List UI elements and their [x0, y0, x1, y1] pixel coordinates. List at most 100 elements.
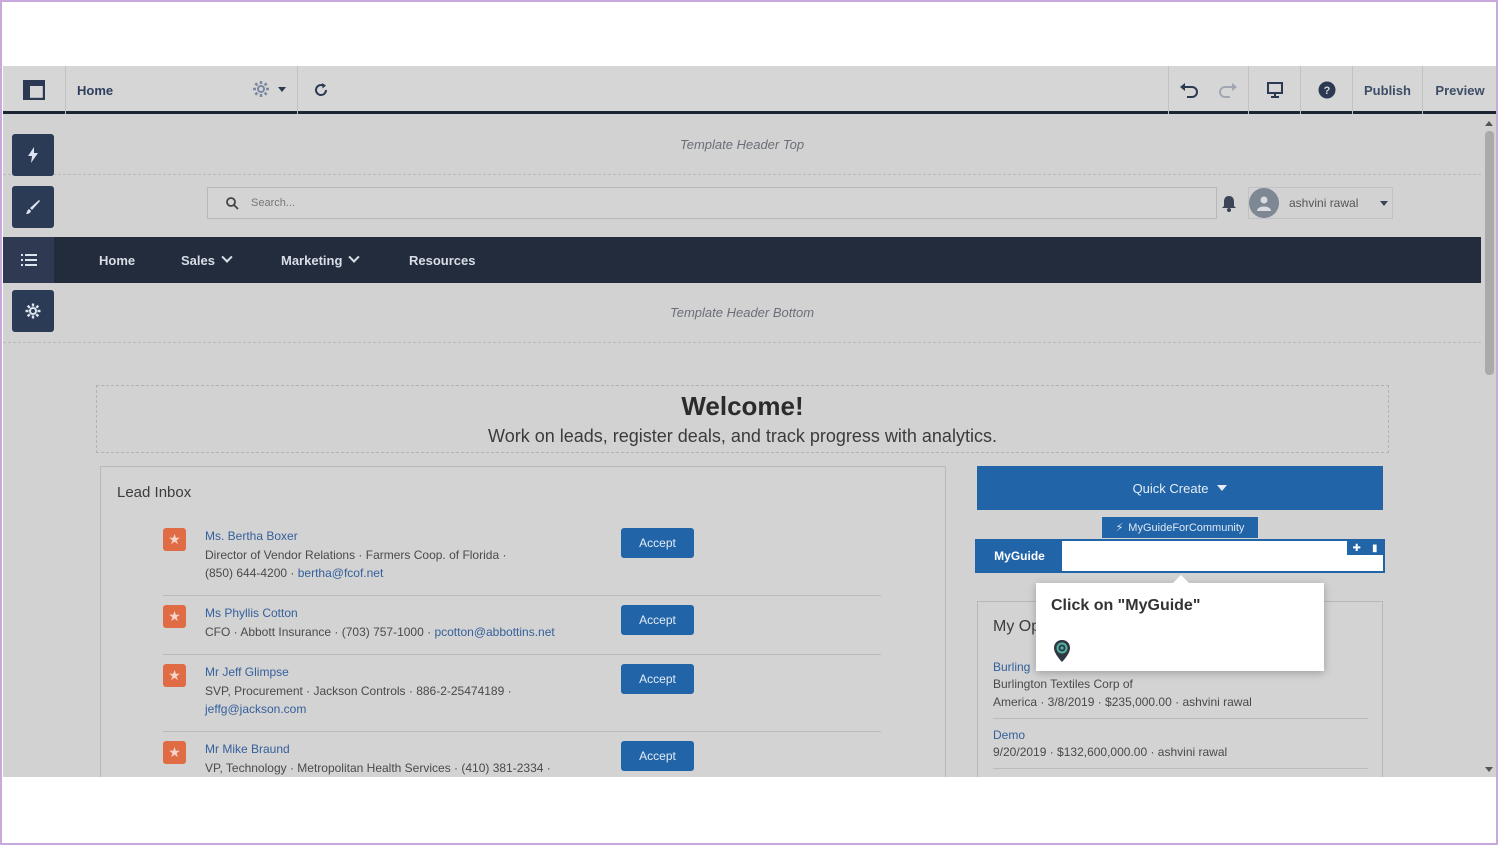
divider — [163, 595, 881, 596]
lead-icon: ★ — [163, 741, 186, 764]
user-menu[interactable]: ashvini rawal — [1248, 187, 1393, 219]
help-icon: ? — [1318, 81, 1335, 99]
myguide-button[interactable]: MyGuide — [977, 541, 1062, 571]
lead-email[interactable]: jeffg@jackson.com — [205, 700, 306, 718]
accept-button[interactable]: Accept — [621, 528, 694, 558]
component-tag-label: MyGuideForCommunity — [1128, 521, 1245, 534]
component-tools: ✚ ▮ — [1347, 541, 1383, 555]
move-icon[interactable]: ✚ — [1353, 543, 1361, 554]
nav-item-resources[interactable]: Resources — [409, 237, 475, 283]
chevron-down-icon[interactable] — [278, 87, 286, 92]
redo-button[interactable] — [1208, 66, 1248, 114]
device-preview-button[interactable] — [1248, 66, 1300, 114]
lead-name[interactable]: Ms. Bertha Boxer — [205, 529, 298, 543]
theme-button[interactable] — [12, 186, 54, 228]
lead-detail: VP, Technology · Metropolitan Health Ser… — [205, 761, 551, 775]
refresh-button[interactable] — [297, 66, 343, 114]
lead-email[interactable]: pcotton@abbottins.net — [434, 625, 554, 639]
search-placeholder: Search... — [251, 197, 296, 209]
search-input[interactable]: Search... — [207, 187, 1217, 219]
divider — [993, 718, 1368, 719]
nav-item-sales[interactable]: Sales — [181, 237, 233, 283]
layout-icon — [23, 80, 45, 100]
opportunity-link[interactable]: Demo — [993, 728, 1025, 742]
lead-icon: ★ — [163, 528, 186, 551]
page-selector[interactable]: Home — [65, 66, 297, 114]
nav-label: Marketing — [281, 252, 343, 268]
component-tag[interactable]: ⚡ MyGuideForCommunity — [1102, 517, 1258, 538]
page-structure-button[interactable] — [3, 237, 54, 283]
settings-button[interactable] — [12, 290, 54, 332]
list-item: ★ Ms. Bertha Boxer Director of Vendor Re… — [163, 528, 881, 596]
bell-icon[interactable] — [1220, 194, 1238, 217]
builder-app: Home ? Publish Preview Template Header T… — [3, 66, 1497, 777]
scroll-thumb[interactable] — [1485, 131, 1494, 375]
list-item: ★ Mr Mike Braund VP, Technology · Metrop… — [163, 741, 881, 777]
undo-icon — [1179, 83, 1198, 98]
accept-button[interactable]: Accept — [621, 605, 694, 635]
lead-contact: (850) 644-4200 · bertha@fcof.net — [205, 564, 383, 582]
lead-name[interactable]: Mr Jeff Glimpse — [205, 665, 289, 679]
opportunity-detail: Burlington Textiles Corp of — [993, 677, 1133, 691]
nav-label: Sales — [181, 252, 215, 268]
chevron-down-icon[interactable] — [1380, 201, 1388, 206]
list-item: ★ Ms Phyllis Cotton CFO · Abbott Insuran… — [163, 605, 881, 655]
welcome-banner[interactable]: Welcome! Work on leads, register deals, … — [96, 385, 1389, 453]
publish-label: Publish — [1364, 82, 1411, 98]
lead-icon: ★ — [163, 664, 186, 687]
myguide-component[interactable]: MyGuide ✚ ▮ — [975, 539, 1385, 573]
lead-inbox: Lead Inbox ★ Ms. Bertha Boxer Director o… — [100, 466, 946, 777]
nav-label: Home — [99, 252, 136, 268]
undo-button[interactable] — [1168, 66, 1208, 114]
tooltip-text: Click on "MyGuide" — [1051, 597, 1201, 614]
lead-inbox-title: Lead Inbox — [117, 484, 192, 501]
redo-icon — [1219, 83, 1237, 98]
trash-icon[interactable]: ▮ — [1372, 543, 1378, 554]
welcome-title: Welcome! — [681, 391, 804, 421]
lead-email[interactable]: bertha@fcof.net — [298, 566, 384, 580]
vertical-scrollbar[interactable] — [1481, 117, 1497, 777]
scroll-up-arrow[interactable] — [1485, 121, 1493, 126]
lead-name[interactable]: Ms Phyllis Cotton — [205, 606, 298, 620]
accept-button[interactable]: Accept — [621, 741, 694, 771]
scroll-down-arrow[interactable] — [1485, 767, 1493, 772]
list-item: ★ Mr Jeff Glimpse SVP, Procurement · Jac… — [163, 664, 881, 732]
lead-detail: CFO · Abbott Insurance · (703) 757-1000 … — [205, 623, 555, 641]
preview-button[interactable]: Preview — [1422, 66, 1497, 114]
caret-down-icon — [1217, 485, 1228, 491]
layout-toggle-button[interactable] — [3, 66, 65, 114]
nav-item-home[interactable]: Home — [99, 237, 135, 283]
page-canvas: Template Header Top Search... ashvini ra… — [3, 117, 1481, 777]
components-button[interactable] — [12, 134, 54, 176]
divider — [163, 731, 881, 732]
quick-create-button[interactable]: Quick Create — [977, 466, 1383, 510]
chevron-down-icon — [221, 251, 233, 263]
nav-item-marketing[interactable]: Marketing — [281, 237, 361, 283]
lead-detail: Director of Vendor Relations · Farmers C… — [205, 548, 507, 562]
header-top-label: Template Header Top — [680, 137, 805, 152]
publish-button[interactable]: Publish — [1352, 66, 1422, 114]
bolt-icon: ⚡ — [1115, 522, 1124, 534]
refresh-icon — [314, 83, 327, 96]
lead-phone: (850) 644-4200 · — [205, 566, 298, 580]
chevron-down-icon — [348, 251, 361, 263]
svg-text:?: ? — [1323, 85, 1330, 97]
region-divider — [3, 174, 1481, 175]
lead-info: CFO · Abbott Insurance · (703) 757-1000 … — [205, 625, 435, 639]
help-button[interactable]: ? — [1300, 66, 1352, 114]
welcome-subtitle: Work on leads, register deals, and track… — [488, 426, 997, 446]
opportunity-detail: America · 3/8/2019 · $235,000.00 · ashvi… — [993, 695, 1252, 709]
avatar — [1249, 188, 1279, 218]
guide-tooltip: Click on "MyGuide" — [1036, 575, 1324, 671]
lead-icon: ★ — [163, 605, 186, 628]
accept-button[interactable]: Accept — [621, 664, 694, 694]
opportunity-link[interactable]: Burling — [993, 660, 1030, 674]
page-name: Home — [77, 82, 114, 98]
nav-label: Resources — [409, 252, 476, 268]
top-toolbar: Home ? Publish Preview — [3, 66, 1497, 114]
opportunities-title: My Op — [993, 618, 1041, 635]
lightning-icon — [28, 147, 38, 163]
page-settings-icon[interactable] — [252, 80, 270, 103]
divider — [993, 768, 1368, 769]
lead-name[interactable]: Mr Mike Braund — [205, 742, 290, 756]
